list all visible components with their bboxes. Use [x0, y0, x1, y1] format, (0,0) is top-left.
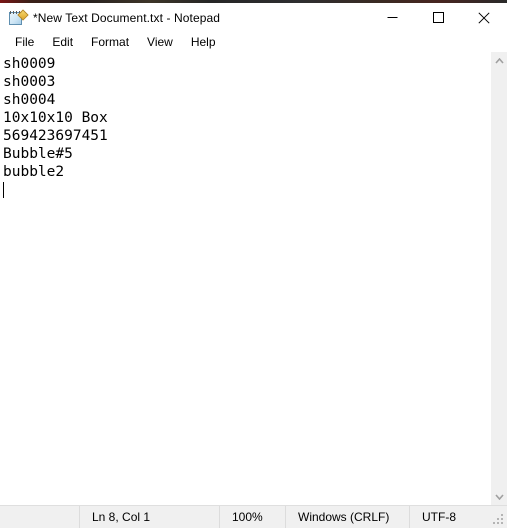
- text-line: bubble2: [3, 164, 65, 180]
- resize-grip-icon[interactable]: [493, 514, 504, 525]
- text-line: 569423697451: [3, 128, 108, 144]
- maximize-icon: [432, 12, 444, 23]
- menu-item-file[interactable]: File: [6, 33, 43, 52]
- status-cursor-position: Ln 8, Col 1: [80, 506, 220, 528]
- scrollbar-track[interactable]: [491, 69, 507, 488]
- close-icon: [478, 11, 490, 24]
- scroll-up-button[interactable]: [491, 52, 507, 69]
- maximize-button[interactable]: [415, 3, 461, 32]
- window-title: *New Text Document.txt - Notepad: [33, 10, 221, 25]
- vertical-scrollbar[interactable]: [490, 52, 507, 505]
- minimize-icon: [387, 17, 397, 18]
- status-spacer: [0, 506, 80, 528]
- caret-line: [3, 181, 490, 199]
- text-line: sh0009: [3, 56, 56, 72]
- text-input[interactable]: sh0009 sh0003 sh0004 10x10x10 Box 569423…: [0, 52, 490, 505]
- menu-item-edit[interactable]: Edit: [43, 33, 82, 52]
- status-line-ending: Windows (CRLF): [286, 506, 410, 528]
- status-zoom-level[interactable]: 100%: [220, 506, 286, 528]
- editor-area: sh0009 sh0003 sh0004 10x10x10 Box 569423…: [0, 52, 507, 505]
- menu-item-help[interactable]: Help: [182, 33, 225, 52]
- menu-bar: File Edit Format View Help: [0, 32, 507, 52]
- notepad-window: *New Text Document.txt - Notepad File Ed…: [0, 3, 507, 528]
- text-line: sh0003: [3, 74, 56, 90]
- status-bar: Ln 8, Col 1 100% Windows (CRLF) UTF-8: [0, 505, 507, 528]
- text-line: Bubble#5: [3, 146, 73, 162]
- minimize-button[interactable]: [369, 3, 415, 32]
- text-line: sh0004: [3, 92, 56, 108]
- title-bar[interactable]: *New Text Document.txt - Notepad: [0, 3, 507, 32]
- text-line: 10x10x10 Box: [3, 110, 108, 126]
- menu-item-view[interactable]: View: [138, 33, 182, 52]
- chevron-down-icon: [495, 493, 504, 500]
- menu-item-format[interactable]: Format: [82, 33, 138, 52]
- chevron-up-icon: [495, 57, 504, 64]
- scroll-down-button[interactable]: [491, 488, 507, 505]
- close-button[interactable]: [461, 3, 507, 32]
- notepad-icon: [9, 8, 29, 26]
- text-caret: [3, 182, 4, 198]
- window-controls: [369, 3, 507, 32]
